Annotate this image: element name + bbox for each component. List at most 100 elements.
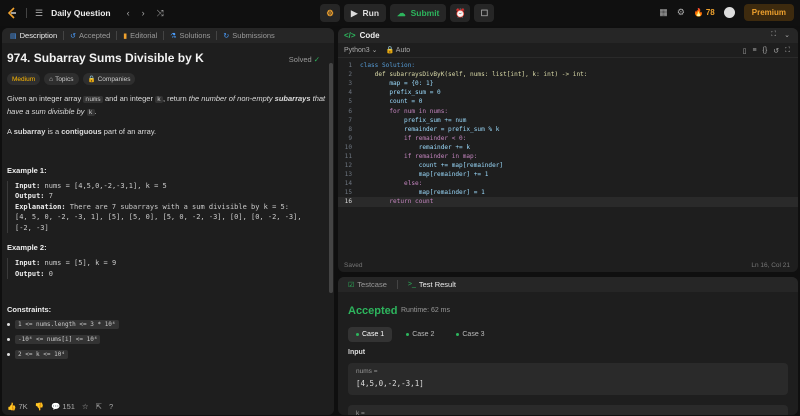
code-k: k	[155, 96, 163, 103]
input-value: nums = [4,5,0,-2,-3,1], k = 5	[40, 181, 167, 190]
dislike-icon[interactable]: 👎	[35, 402, 44, 411]
line-number: 8	[348, 125, 352, 133]
list-item: 2 <= k <= 10⁴	[7, 350, 329, 359]
code-line: 6 for num in nums:	[338, 106, 798, 115]
fullscreen-icon[interactable]: ⛶	[785, 47, 790, 55]
tab-testcase[interactable]: ☑ Testcase	[344, 280, 391, 289]
code-text: prefix_sum = 0	[360, 89, 441, 97]
streak-count: 78	[705, 8, 715, 17]
tab-editorial[interactable]: ▮ Editorial	[119, 31, 161, 40]
problem-title[interactable]: 974. Subarray Sums Divisible by K	[7, 51, 329, 65]
text: .	[94, 106, 97, 116]
submit-button[interactable]: ☁ Submit	[390, 4, 447, 22]
line-number: 13	[344, 171, 352, 179]
book-icon: ▮	[123, 32, 128, 40]
bullet	[7, 338, 10, 341]
line-number: 15	[344, 189, 352, 197]
scrollbar[interactable]	[329, 63, 333, 293]
example-1-block: Input: nums = [4,5,0,-2,-3,1], k = 5 Out…	[7, 180, 329, 233]
save-status: Saved	[344, 261, 363, 269]
code-line: 14 else:	[338, 179, 798, 188]
comments-button[interactable]: 💬 151	[51, 402, 75, 411]
minimize-icon[interactable]: ⌄	[784, 31, 790, 39]
format-icon[interactable]: ≡	[752, 47, 756, 55]
braces-icon[interactable]: {}	[763, 47, 768, 55]
clock-icon: ↻	[223, 32, 230, 40]
star-icon[interactable]: ☆	[82, 402, 89, 411]
next-problem-icon[interactable]: ›	[142, 8, 145, 18]
tab-accepted[interactable]: ↺ Accepted	[66, 31, 114, 40]
auto-toggle[interactable]: 🔒 Auto	[386, 46, 411, 54]
example-2-block: Input: nums = [5], k = 9 Output: 0	[7, 258, 329, 279]
text: is a	[45, 127, 62, 136]
editor-status-bar: Saved Ln 16, Col 21	[338, 258, 798, 272]
alarm-button[interactable]: ⏰	[450, 4, 471, 22]
companies-button[interactable]: 🔒 Companies	[82, 73, 136, 85]
share-icon[interactable]: ⇱	[96, 402, 102, 411]
reset-icon[interactable]: ↺	[773, 47, 779, 55]
language-select[interactable]: Python3 ⌄	[344, 46, 378, 54]
code-text: def subarraysDivByK(self, nums: list[int…	[360, 71, 588, 79]
notes-button[interactable]: ☐	[474, 4, 495, 22]
premium-button[interactable]: Premium	[743, 4, 794, 21]
code-line: 7 prefix_sum += num	[338, 116, 798, 125]
prev-problem-icon[interactable]: ‹	[127, 8, 130, 18]
code-token: class Solution:	[360, 62, 416, 70]
shuffle-icon[interactable]: ⤨	[157, 8, 164, 19]
leetcode-logo-icon[interactable]	[6, 7, 18, 19]
code-line: 1 class Solution:	[338, 61, 798, 70]
tab-code[interactable]: </> Code	[344, 31, 380, 40]
line-number: 1	[348, 62, 352, 70]
code-line: 10 remainder += k	[338, 143, 798, 152]
topics-button[interactable]: ⌂ Topics	[44, 73, 79, 85]
companies-label: Companies	[97, 75, 131, 83]
solved-status: Solved ✓	[289, 55, 320, 64]
code-line: 4 prefix_sum = 0	[338, 88, 798, 97]
run-button[interactable]: ▶ Run	[344, 4, 387, 22]
tab-label: Editorial	[130, 31, 158, 40]
maximize-icon[interactable]: ⛶	[771, 31, 776, 39]
code-text: map = {0: 1}	[360, 80, 434, 88]
list-item: -10⁴ <= nums[i] <= 10⁴	[7, 335, 329, 344]
tab-solutions[interactable]: ⚗ Solutions	[166, 31, 214, 40]
line-number: 11	[344, 152, 352, 160]
problem-list-icon[interactable]: ☰	[35, 8, 43, 19]
auto-label: Auto	[395, 47, 411, 54]
help-icon[interactable]: ?	[109, 402, 113, 411]
case-tab-3[interactable]: Case 3	[448, 327, 492, 342]
upload-icon: ☁	[397, 7, 406, 18]
subarrays-link[interactable]: subarrays	[275, 94, 311, 103]
code-text: if remainder in map:	[360, 152, 478, 160]
description-panel: ▤ Description ↺ Accepted ▮ Editorial ⚗ Solut…	[2, 28, 334, 415]
case-tab-2[interactable]: Case 2	[398, 327, 442, 342]
lock-icon: 🔒	[87, 76, 96, 83]
check-circle-icon: ✓	[313, 55, 320, 64]
debug-button[interactable]: ⚙	[320, 4, 340, 22]
problem-description: 974. Subarray Sums Divisible by K Solved…	[2, 43, 334, 398]
layout-icon[interactable]: ▦	[659, 7, 668, 18]
tab-label: Accepted	[79, 31, 111, 40]
code-line: 11 if remainder in map:	[338, 152, 798, 161]
line-number: 2	[348, 71, 352, 79]
avatar[interactable]	[723, 7, 735, 18]
problem-statement: Given an integer array nums and an integ…	[7, 93, 329, 118]
tab-description[interactable]: ▤ Description	[6, 31, 61, 40]
like-button[interactable]: 👍 7K	[7, 402, 28, 411]
run-label: Run	[362, 8, 380, 18]
case-tabs: Case 1 Case 2 Case 3	[348, 327, 493, 342]
difficulty-badge[interactable]: Medium	[7, 73, 41, 85]
page-title[interactable]: Daily Question	[51, 8, 111, 18]
description-icon: ▤	[10, 32, 17, 40]
code-area[interactable]: 1 class Solution: 2 def subarraysDivByK(s…	[338, 61, 798, 207]
subarray-definition: A subarray is a contiguous part of an ar…	[7, 126, 329, 138]
code-nums: nums	[83, 96, 103, 103]
code-text: remainder = prefix_sum % k	[360, 125, 500, 133]
example-2-title: Example 2:	[7, 243, 47, 252]
bookmark-icon[interactable]: ▯	[743, 47, 747, 55]
explanation-label: Explanation:	[15, 202, 66, 211]
settings-icon[interactable]: ⚙	[677, 7, 685, 18]
tab-test-result[interactable]: >_ Test Result	[404, 280, 460, 289]
case-tab-1[interactable]: Case 1	[348, 327, 393, 342]
streak-counter[interactable]: 🔥 78	[694, 8, 715, 17]
tab-submissions[interactable]: ↻ Submissions	[219, 31, 278, 40]
